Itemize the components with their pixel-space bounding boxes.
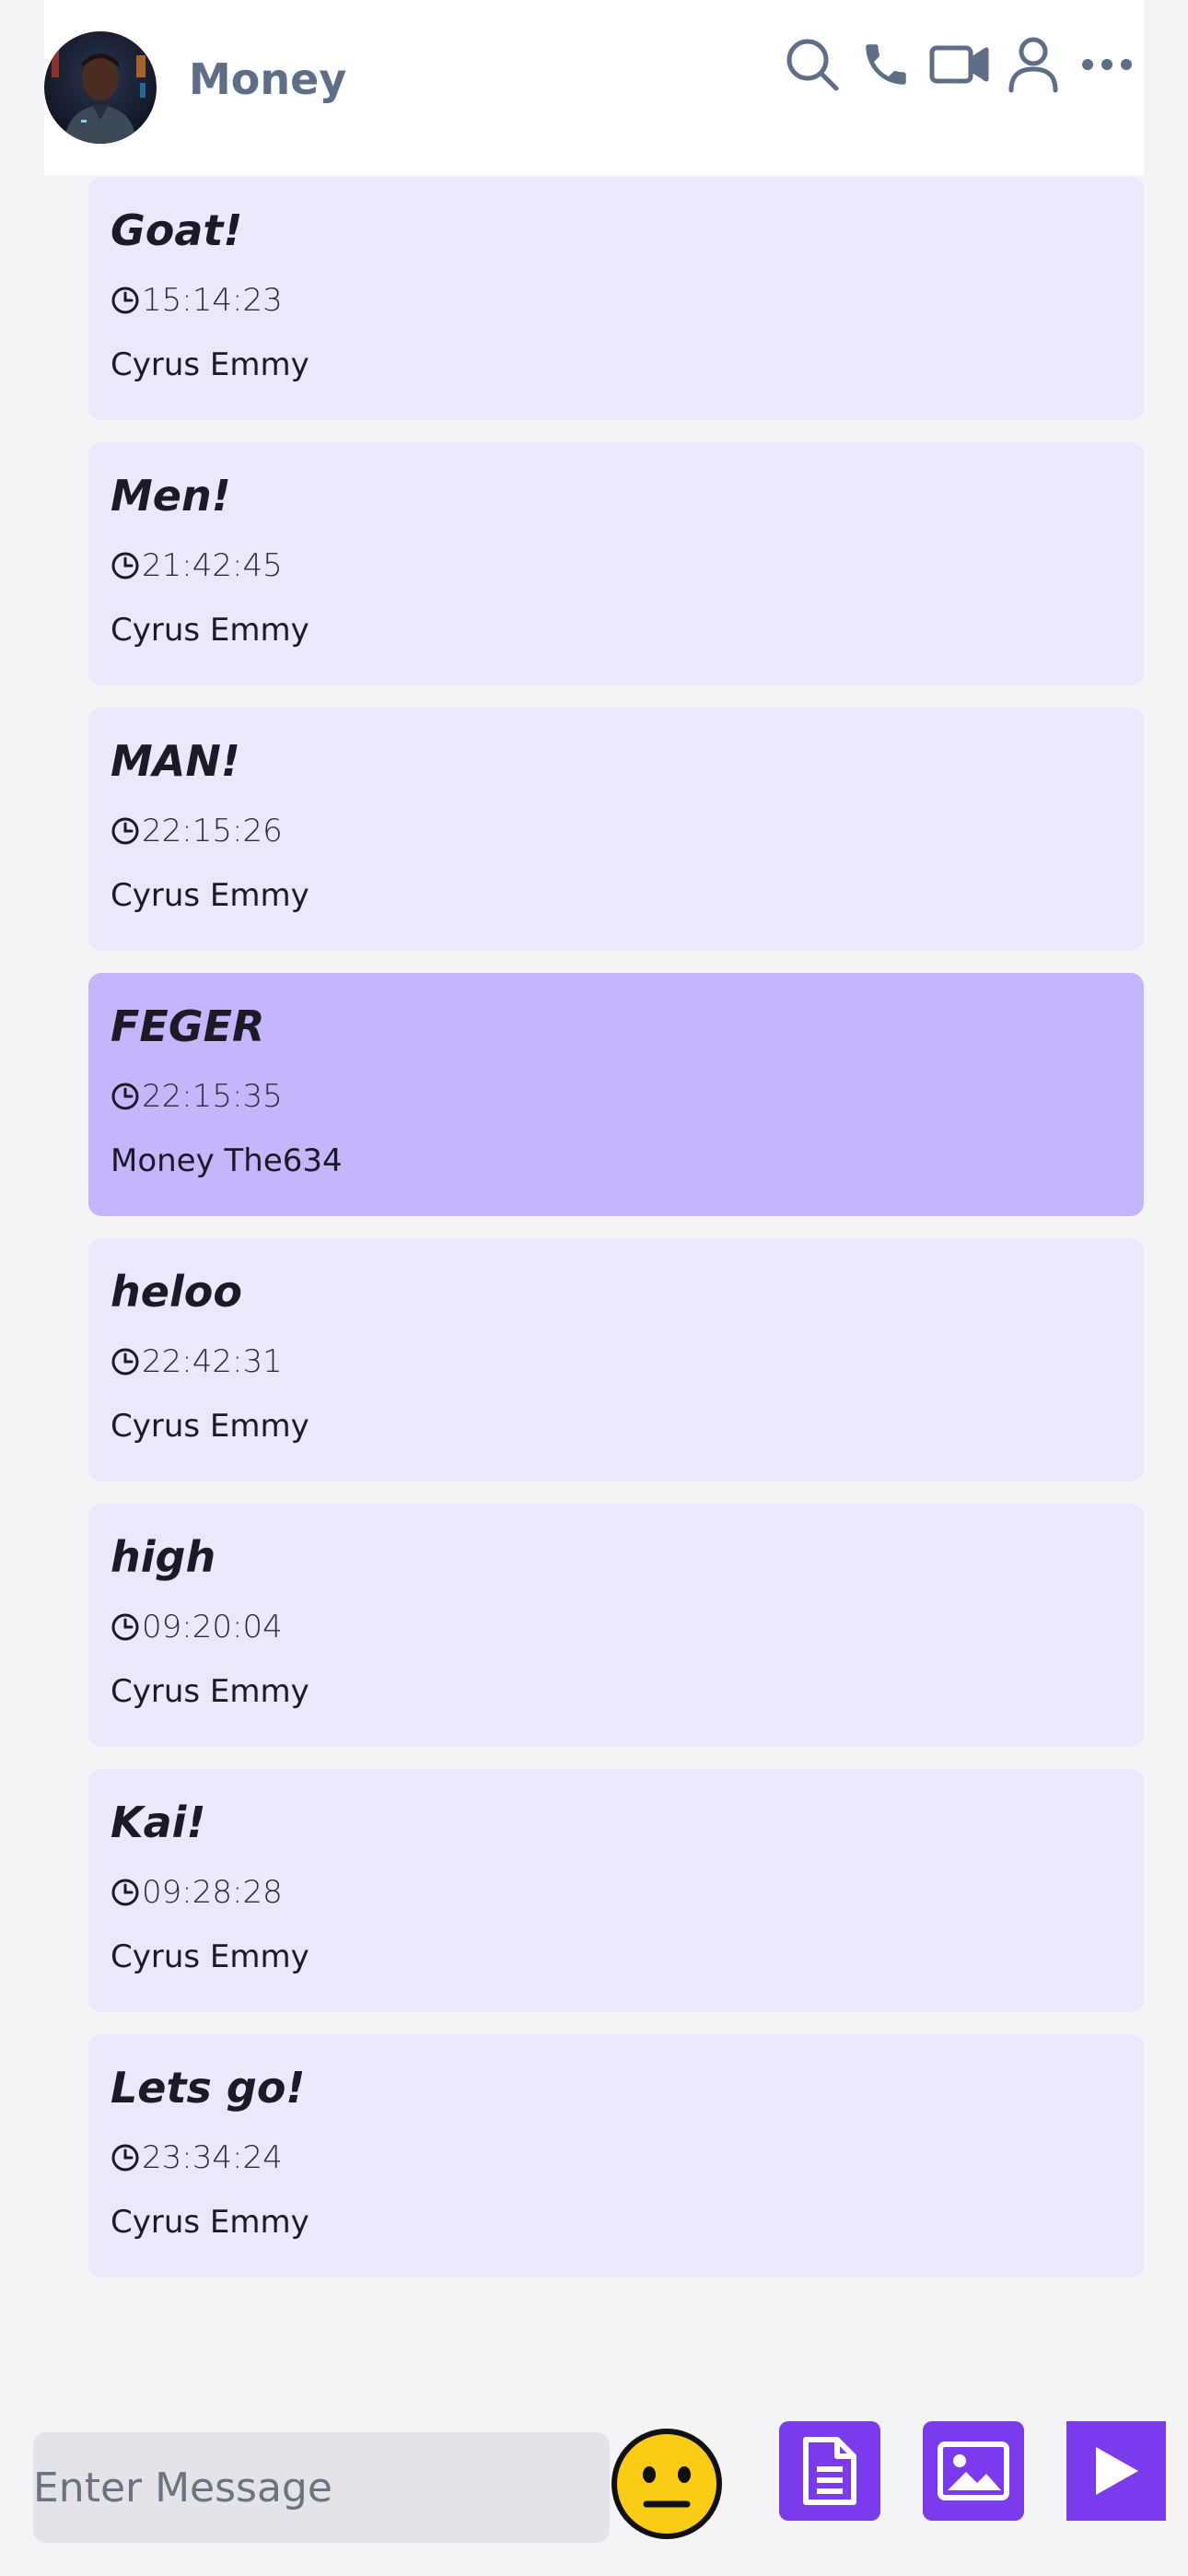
- chat-header: Money: [44, 0, 1144, 175]
- message-sender: Money The634: [111, 1142, 343, 1179]
- clock-icon: [111, 552, 139, 580]
- message-bubble[interactable]: Lets go! 23:34:24 Cyrus Emmy: [88, 2034, 1144, 2277]
- message-input[interactable]: [33, 2432, 610, 2543]
- message-sender: Cyrus Emmy: [111, 1408, 309, 1445]
- message-time: 15:14:23: [142, 282, 283, 319]
- message-time: 09:28:28: [142, 1874, 283, 1911]
- own-message-bubble[interactable]: FEGER 22:15:35 Money The634: [88, 973, 1144, 1216]
- clock-icon: [111, 287, 139, 314]
- clock-icon: [111, 1613, 139, 1641]
- clock-icon: [111, 2144, 139, 2172]
- more-icon[interactable]: [1070, 28, 1144, 101]
- message-text: Goat!: [111, 205, 243, 255]
- attach-image-button[interactable]: [923, 2421, 1024, 2521]
- message-timestamp: 15:14:23: [111, 280, 283, 321]
- message-text: MAN!: [111, 736, 240, 786]
- message-sender: Cyrus Emmy: [111, 612, 309, 649]
- message-timestamp: 22:15:35: [111, 1076, 283, 1117]
- message-text: Men!: [111, 471, 231, 521]
- clock-icon: [111, 1879, 139, 1906]
- search-icon[interactable]: [775, 28, 849, 101]
- video-icon[interactable]: [923, 28, 996, 101]
- message-sender: Cyrus Emmy: [111, 1938, 309, 1975]
- message-sender: Cyrus Emmy: [111, 2204, 309, 2241]
- message-timestamp: 22:15:26: [111, 811, 283, 851]
- message-bubble[interactable]: heloo 22:42:31 Cyrus Emmy: [88, 1238, 1144, 1481]
- message-time: 22:15:26: [142, 813, 283, 849]
- document-icon: [803, 2437, 856, 2505]
- message-text: heloo: [111, 1267, 242, 1317]
- message-timestamp: 09:20:04: [111, 1607, 283, 1647]
- message-bubble[interactable]: high 09:20:04 Cyrus Emmy: [88, 1504, 1144, 1747]
- message-bubble[interactable]: Goat! 15:14:23 Cyrus Emmy: [88, 177, 1144, 420]
- emoji-button[interactable]: [610, 2427, 724, 2541]
- message-sender: Cyrus Emmy: [111, 877, 309, 914]
- message-time: 23:34:24: [142, 2139, 283, 2176]
- send-button[interactable]: [1066, 2421, 1166, 2521]
- send-icon: [1096, 2447, 1138, 2495]
- clock-icon: [111, 817, 139, 845]
- contact-name: Money: [189, 54, 347, 104]
- message-text: FEGER: [111, 1001, 265, 1051]
- message-list: Goat! 15:14:23 Cyrus Emmy Men! 21:42:45 …: [88, 177, 1144, 2300]
- attach-document-button[interactable]: [779, 2421, 880, 2521]
- user-icon[interactable]: [996, 28, 1070, 101]
- message-timestamp: 22:42:31: [111, 1341, 283, 1382]
- avatar[interactable]: [44, 31, 157, 144]
- header-actions: [775, 28, 1144, 101]
- message-text: Lets go!: [111, 2063, 306, 2113]
- message-time: 22:15:35: [142, 1078, 283, 1115]
- message-timestamp: 23:34:24: [111, 2137, 283, 2178]
- message-sender: Cyrus Emmy: [111, 346, 309, 383]
- message-sender: Cyrus Emmy: [111, 1673, 309, 1710]
- message-time: 22:42:31: [142, 1343, 283, 1380]
- message-text: high: [111, 1532, 216, 1582]
- message-text: Kai!: [111, 1797, 206, 1847]
- message-bubble[interactable]: MAN! 22:15:26 Cyrus Emmy: [88, 708, 1144, 951]
- phone-icon[interactable]: [849, 28, 923, 101]
- clock-icon: [111, 1348, 139, 1376]
- message-bubble[interactable]: Men! 21:42:45 Cyrus Emmy: [88, 442, 1144, 685]
- message-bubble[interactable]: Kai! 09:28:28 Cyrus Emmy: [88, 1769, 1144, 2012]
- clock-icon: [111, 1083, 139, 1110]
- message-time: 09:20:04: [142, 1609, 283, 1645]
- message-time: 21:42:45: [142, 547, 283, 584]
- neutral-face-icon: [611, 2429, 722, 2539]
- image-icon: [938, 2441, 1009, 2500]
- message-timestamp: 21:42:45: [111, 545, 283, 586]
- message-input-wrapper: [33, 2432, 610, 2543]
- message-timestamp: 09:28:28: [111, 1872, 283, 1913]
